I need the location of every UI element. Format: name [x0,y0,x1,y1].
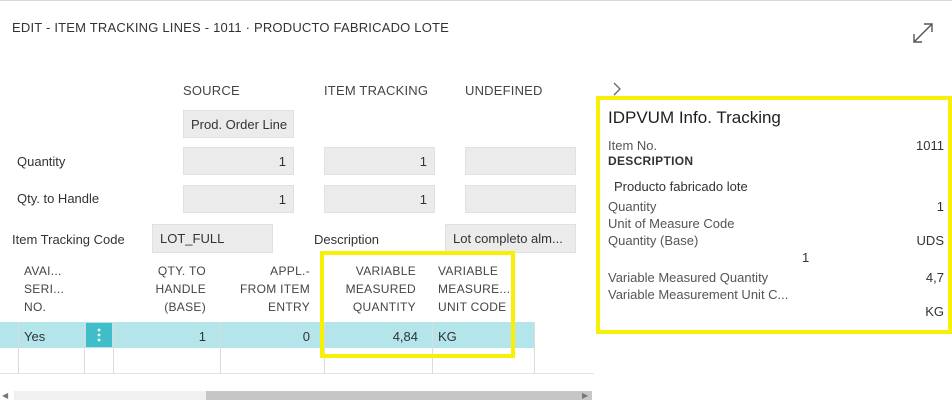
grid-header-line: SERI... [24,282,65,296]
row-actions-button[interactable] [86,323,112,347]
item-tracking-code-label: Item Tracking Code [12,232,125,247]
item-tracking-code-field: LOT_FULL [152,224,273,253]
grid-header-line: HANDLE [155,282,206,296]
grid-header-qty-to-handle[interactable]: QTY. TO HANDLE (BASE) [140,262,206,316]
grid-divider [84,322,85,374]
highlight-variable-columns [320,251,515,358]
cell-qty-to-handle[interactable]: 1 [140,329,206,344]
qty-to-handle-item-tracking-field: 1 [324,185,435,213]
grid-divider [220,322,221,374]
factbox-qty-base-label: Quantity (Base) [608,233,699,248]
description-label: Description [314,232,380,247]
grid-header-line: APPL.- [270,264,310,278]
cell-appl-from-item-entry[interactable]: 0 [226,329,310,344]
column-item-tracking: ITEM TRACKING [324,83,429,98]
grid-header-line: NO. [24,300,47,314]
grid-header-appl-from-item-entry[interactable]: APPL.- FROM ITEM ENTRY [226,262,310,316]
grid-header-availability[interactable]: AVAI... SERI... NO. [24,262,64,316]
qty-to-handle-source-field: 1 [183,185,294,213]
grid-divider [18,322,19,374]
factbox-quantity-value: 1 [936,199,944,214]
source-type-field: Prod. Order Line [183,110,294,138]
factbox-uom-value: UDS [916,233,944,248]
grid-header-line: QTY. TO [157,264,206,278]
grid-header-line: ENTRY [268,300,310,314]
cell-availability[interactable]: Yes [24,329,45,344]
factbox-var-unit-label: Variable Measurement Unit C... [608,287,789,302]
horizontal-scrollbar[interactable]: ◀ ▶ [0,388,594,402]
quantity-label: Quantity [17,154,66,169]
grid-header-line: AVAI... [24,264,62,278]
quantity-undefined-field [465,147,576,175]
factbox-var-unit-value: KG [925,304,944,319]
expand-icon[interactable] [910,20,936,46]
quantity-source-field: 1 [183,147,294,175]
factbox-var-qty-value: 4,7 [925,270,944,285]
factbox-quantity-label: Quantity [608,199,657,214]
column-undefined: UNDEFINED [465,83,543,98]
qty-to-handle-undefined-field [465,185,576,213]
description-field: Lot completo alm... [445,224,576,253]
grid-divider [534,322,535,374]
scroll-left-icon[interactable]: ◀ [2,391,8,400]
factbox-var-qty-label: Variable Measured Quantity [608,270,769,285]
scroll-right-icon[interactable]: ▶ [582,391,588,400]
grid-divider [113,322,114,374]
factbox-uom-label: Unit of Measure Code [608,216,735,231]
qty-to-handle-label: Qty. to Handle [17,191,100,206]
grid-header-line: (BASE) [164,300,206,314]
factbox-item-no-value[interactable]: 1011 [916,138,944,153]
more-vertical-icon [97,328,101,342]
quantity-item-tracking-field: 1 [324,147,435,175]
factbox-qty-base-value: 1 [802,250,810,265]
info-tracking-factbox: IDPVUM Info. Tracking Item No. 1011 DESC… [596,96,952,334]
top-divider [0,0,952,1]
factbox-item-no-label: Item No. [608,138,658,153]
factbox-title: IDPVUM Info. Tracking [608,108,781,127]
factbox-description-heading: DESCRIPTION [608,154,694,168]
scroll-thumb[interactable] [206,391,592,400]
factbox-description-value: Producto fabricado lote [614,179,748,194]
column-source: SOURCE [183,83,240,98]
grid-header-line: FROM ITEM [239,282,310,296]
page-title: EDIT - ITEM TRACKING LINES - 1011 · PROD… [12,20,450,35]
chevron-right-icon[interactable] [610,82,624,96]
